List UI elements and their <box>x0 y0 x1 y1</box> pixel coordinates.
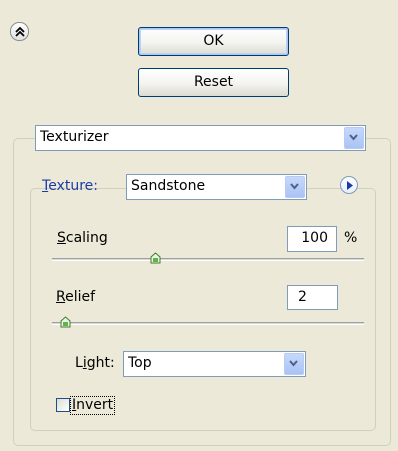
ok-button[interactable]: OK <box>138 27 289 56</box>
reset-button[interactable]: Reset <box>138 68 289 97</box>
slider-thumb-icon <box>150 252 161 264</box>
texture-select[interactable]: Sandstone <box>126 174 307 200</box>
chevron-down-icon <box>289 360 298 367</box>
texture-menu-button[interactable] <box>340 176 358 194</box>
relief-slider-thumb[interactable] <box>60 316 71 328</box>
invert-checkbox[interactable] <box>56 398 70 412</box>
relief-input[interactable]: 2 <box>287 285 338 310</box>
filter-dropdown-button[interactable] <box>344 127 364 149</box>
slider-thumb-icon <box>60 316 71 328</box>
texture-label: Texture: <box>42 178 98 194</box>
invert-label[interactable]: Invert <box>69 396 116 415</box>
scaling-unit-label: % <box>344 230 358 246</box>
scaling-label: Scaling <box>57 230 108 246</box>
scaling-slider-track[interactable] <box>52 258 364 261</box>
chevron-down-icon <box>349 134 358 141</box>
double-chevron-up-icon <box>15 26 25 37</box>
scaling-input[interactable]: 100 <box>287 226 337 252</box>
filter-select-value: Texturizer <box>40 129 109 145</box>
relief-label: Relief <box>56 289 96 305</box>
filter-select[interactable]: Texturizer <box>35 125 366 151</box>
texture-select-value: Sandstone <box>131 178 206 194</box>
scaling-slider-thumb[interactable] <box>150 252 161 264</box>
light-select-value: Top <box>128 355 152 371</box>
texture-dropdown-button[interactable] <box>285 176 305 198</box>
collapse-button[interactable] <box>10 22 29 41</box>
relief-slider-track[interactable] <box>52 322 364 325</box>
light-dropdown-button[interactable] <box>284 353 304 375</box>
light-label: Light: <box>75 355 115 371</box>
light-select[interactable]: Top <box>123 351 306 377</box>
triangle-right-icon <box>347 181 353 190</box>
chevron-down-icon <box>290 183 299 190</box>
